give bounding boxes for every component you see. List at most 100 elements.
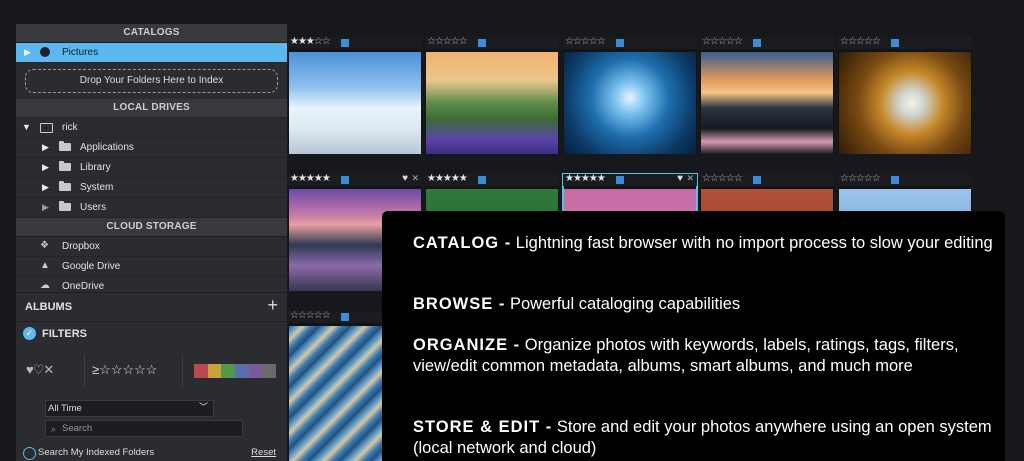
- label-color-swatch[interactable]: [248, 364, 263, 378]
- label-color-swatch[interactable]: [235, 364, 249, 378]
- feature-store-edit: STORE & EDIT - Store and edit your photo…: [413, 417, 993, 459]
- rating-filter[interactable]: ≥☆☆☆☆☆: [92, 362, 157, 378]
- search-icon: ⌕: [51, 424, 57, 434]
- star-rating[interactable]: ☆☆☆☆☆: [702, 36, 743, 47]
- label-color-swatch[interactable]: [262, 364, 277, 378]
- search-placeholder: Search: [62, 423, 93, 434]
- star-rating[interactable]: ☆☆☆☆☆: [840, 173, 881, 184]
- thumbnail[interactable]: ☆☆☆☆☆: [425, 36, 559, 154]
- rating-bar: ★★★★★ ♥ ✕: [563, 173, 697, 186]
- color-label-filter[interactable]: [194, 364, 277, 378]
- reset-link[interactable]: Reset: [251, 447, 276, 458]
- folder-item-users[interactable]: ▶ Users: [16, 198, 287, 218]
- expand-arrow-icon[interactable]: ▶: [42, 178, 49, 197]
- folder-label: Applications: [80, 142, 134, 153]
- folder-icon: [59, 161, 71, 171]
- rating-bar: ★★★★★: [425, 173, 559, 186]
- feature-heading: CATALOG -: [413, 234, 512, 252]
- thumbnail[interactable]: ☆☆☆☆☆: [838, 36, 972, 154]
- folder-label: Users: [80, 202, 107, 213]
- color-tag-icon[interactable]: [478, 39, 486, 47]
- color-tag-icon[interactable]: [478, 176, 486, 184]
- search-input[interactable]: ⌕ Search: [45, 420, 243, 437]
- color-tag-icon[interactable]: [753, 176, 761, 184]
- folder-item-applications[interactable]: ▶ Applications: [16, 138, 287, 158]
- drive-item-rick[interactable]: ▼ rick: [16, 118, 287, 138]
- catalog-icon: [40, 47, 50, 57]
- feature-heading: BROWSE -: [413, 295, 506, 313]
- photo-ice-cave: [564, 52, 696, 154]
- label-color-swatch[interactable]: [194, 364, 208, 378]
- thumbnail[interactable]: ★★★☆☆: [288, 36, 422, 154]
- drive-label: rick: [62, 122, 78, 133]
- heart-icon[interactable]: ♥: [677, 173, 683, 184]
- feature-text: Powerful cataloging capabilities: [509, 295, 741, 313]
- star-rating[interactable]: ☆☆☆☆☆: [290, 310, 331, 321]
- cloud-label: Google Drive: [62, 261, 121, 272]
- rating-bar: ☆☆☆☆☆: [838, 36, 972, 49]
- star-rating[interactable]: ★★★★★: [427, 173, 468, 184]
- cloud-item-dropbox[interactable]: ❖ Dropbox: [16, 237, 287, 257]
- drop-folders-zone[interactable]: Drop Your Folders Here to Index: [25, 69, 278, 93]
- feature-heading: STORE & EDIT -: [413, 418, 553, 436]
- catalog-item-pictures[interactable]: ▶ Pictures: [16, 43, 287, 63]
- filters-section[interactable]: ✓ FILTERS: [16, 322, 287, 346]
- reject-icon[interactable]: ✕: [686, 173, 694, 184]
- time-range-select[interactable]: All Time ﹀: [45, 400, 214, 417]
- divider: [182, 354, 183, 388]
- photo-snow-camp: [289, 52, 421, 154]
- photo-ice-gold: [839, 52, 971, 154]
- color-tag-icon[interactable]: [753, 39, 761, 47]
- star-rating[interactable]: ☆☆☆☆☆: [427, 36, 468, 47]
- color-tag-icon[interactable]: [616, 176, 624, 184]
- cloud-item-google-drive[interactable]: ▲ Google Drive: [16, 257, 287, 277]
- like-reject-filter[interactable]: ♥♡✕: [26, 362, 54, 378]
- cloud-label: Dropbox: [62, 241, 100, 252]
- thumbnail[interactable]: ☆☆☆☆☆: [563, 36, 697, 154]
- star-rating[interactable]: ★★★★★: [290, 173, 331, 184]
- star-rating[interactable]: ★★★★★: [565, 173, 606, 184]
- add-album-icon[interactable]: +: [267, 295, 278, 316]
- feature-heading: ORGANIZE -: [413, 336, 521, 354]
- star-rating[interactable]: ☆☆☆☆☆: [702, 173, 743, 184]
- color-tag-icon[interactable]: [891, 176, 899, 184]
- albums-label: ALBUMS: [25, 301, 73, 313]
- rating-bar: ☆☆☆☆☆: [425, 36, 559, 49]
- label-color-swatch[interactable]: [207, 364, 222, 378]
- filter-controls: ♥♡✕ ≥☆☆☆☆☆: [16, 352, 287, 392]
- star-rating[interactable]: ★★★☆☆: [290, 36, 331, 47]
- folder-item-system[interactable]: ▶ System: [16, 178, 287, 198]
- drive-icon: [40, 123, 53, 133]
- heart-icon[interactable]: ♥: [402, 173, 408, 184]
- color-tag-icon[interactable]: [891, 39, 899, 47]
- rating-bar: ☆☆☆☆☆: [563, 36, 697, 49]
- albums-section[interactable]: ALBUMS +: [16, 292, 287, 322]
- feature-text: Lightning fast browser with no import pr…: [515, 234, 993, 252]
- photo-church-lupines: [426, 52, 558, 154]
- expand-arrow-icon[interactable]: ▶: [42, 158, 49, 177]
- dropbox-icon: ❖: [40, 240, 49, 251]
- feature-browse: BROWSE - Powerful cataloging capabilitie…: [413, 294, 993, 315]
- star-rating[interactable]: ☆☆☆☆☆: [840, 36, 881, 47]
- expand-arrow-icon[interactable]: ▶: [42, 138, 49, 157]
- folder-label: System: [80, 182, 114, 193]
- feature-organize: ORGANIZE - Organize photos with keywords…: [413, 335, 993, 377]
- reject-icon[interactable]: ✕: [411, 173, 419, 184]
- label-color-swatch[interactable]: [221, 364, 236, 378]
- thumbnail[interactable]: ☆☆☆☆☆: [700, 36, 834, 154]
- filters-check-icon[interactable]: ✓: [23, 327, 36, 340]
- divider: [84, 354, 85, 388]
- catalog-item-label: Pictures: [62, 47, 99, 58]
- color-tag-icon[interactable]: [341, 313, 349, 321]
- color-tag-icon[interactable]: [341, 39, 349, 47]
- expand-arrow-icon[interactable]: ▶: [24, 43, 31, 62]
- expand-arrow-icon[interactable]: ▶: [42, 198, 49, 217]
- color-tag-icon[interactable]: [616, 39, 624, 47]
- folder-item-library[interactable]: ▶ Library: [16, 158, 287, 178]
- sidebar: CATALOGS ▶ Pictures Drop Your Folders He…: [16, 24, 287, 461]
- collapse-arrow-icon[interactable]: ▼: [22, 118, 31, 137]
- color-tag-icon[interactable]: [341, 176, 349, 184]
- rating-bar: ☆☆☆☆☆: [700, 173, 834, 186]
- star-rating[interactable]: ☆☆☆☆☆: [565, 36, 606, 47]
- search-folders-radio[interactable]: [23, 447, 36, 460]
